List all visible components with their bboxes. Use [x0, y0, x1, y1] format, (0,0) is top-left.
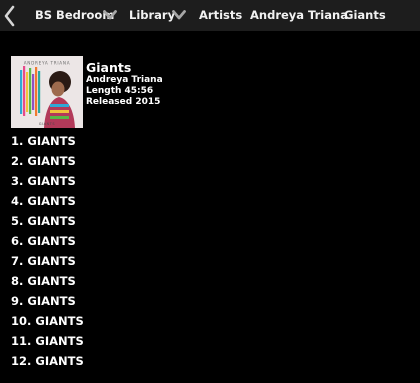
track-title: GIANTS [27, 234, 76, 248]
track-list: 1. GIANTS 2. GIANTS 3. GIANTS 4. GIANTS … [11, 134, 84, 374]
track-number: 10. [11, 314, 32, 328]
track-number: 3. [11, 174, 24, 188]
track-title: GIANTS [27, 254, 76, 268]
track-row[interactable]: 2. GIANTS [11, 154, 84, 174]
cover-album-text: GIANTS [39, 122, 55, 126]
track-number: 6. [11, 234, 24, 248]
track-number: 4. [11, 194, 24, 208]
back-chevron-icon[interactable] [2, 4, 18, 28]
track-title: GIANTS [27, 194, 76, 208]
track-row[interactable]: 1. GIANTS [11, 134, 84, 154]
track-number: 9. [11, 294, 24, 308]
track-row[interactable]: 5. GIANTS [11, 214, 84, 234]
track-title: GIANTS [35, 354, 84, 368]
track-row[interactable]: 8. GIANTS [11, 274, 84, 294]
track-row[interactable]: 6. GIANTS [11, 234, 84, 254]
album-title: Giants [86, 60, 132, 75]
track-number: 8. [11, 274, 24, 288]
track-number: 5. [11, 214, 24, 228]
chevron-down-icon[interactable] [103, 9, 117, 21]
track-row[interactable]: 3. GIANTS [11, 174, 84, 194]
track-number: 11. [11, 334, 32, 348]
track-number: 2. [11, 154, 24, 168]
track-title: GIANTS [27, 134, 76, 148]
track-title: GIANTS [27, 294, 76, 308]
album-release-year: Released 2015 [86, 97, 161, 107]
track-title: GIANTS [27, 154, 76, 168]
track-title: GIANTS [35, 314, 84, 328]
breadcrumb-artists[interactable]: Artists [199, 0, 242, 31]
track-number: 12. [11, 354, 32, 368]
track-row[interactable]: 9. GIANTS [11, 294, 84, 314]
track-title: GIANTS [27, 214, 76, 228]
album-cover-art[interactable]: ANDREYA TRIANA GIANTS [11, 56, 83, 128]
track-number: 7. [11, 254, 24, 268]
track-title: GIANTS [35, 334, 84, 348]
track-row[interactable]: 12. GIANTS [11, 354, 84, 374]
breadcrumb-artist-name[interactable]: Andreya Triana [250, 0, 348, 31]
track-number: 1. [11, 134, 24, 148]
track-row[interactable]: 10. GIANTS [11, 314, 84, 334]
breadcrumb-library[interactable]: Library [129, 0, 175, 31]
track-title: GIANTS [27, 174, 76, 188]
track-row[interactable]: 4. GIANTS [11, 194, 84, 214]
top-nav-bar: BS Bedroom Library Artists Andreya Trian… [0, 0, 420, 31]
album-artist[interactable]: Andreya Triana [86, 75, 163, 86]
track-title: GIANTS [27, 274, 76, 288]
breadcrumb-album[interactable]: Giants [344, 0, 386, 31]
cover-artist-text: ANDREYA TRIANA [24, 61, 71, 66]
chevron-down-icon[interactable] [172, 9, 186, 21]
track-row[interactable]: 11. GIANTS [11, 334, 84, 354]
album-length: Length 45:56 [86, 86, 154, 96]
track-row[interactable]: 7. GIANTS [11, 254, 84, 274]
